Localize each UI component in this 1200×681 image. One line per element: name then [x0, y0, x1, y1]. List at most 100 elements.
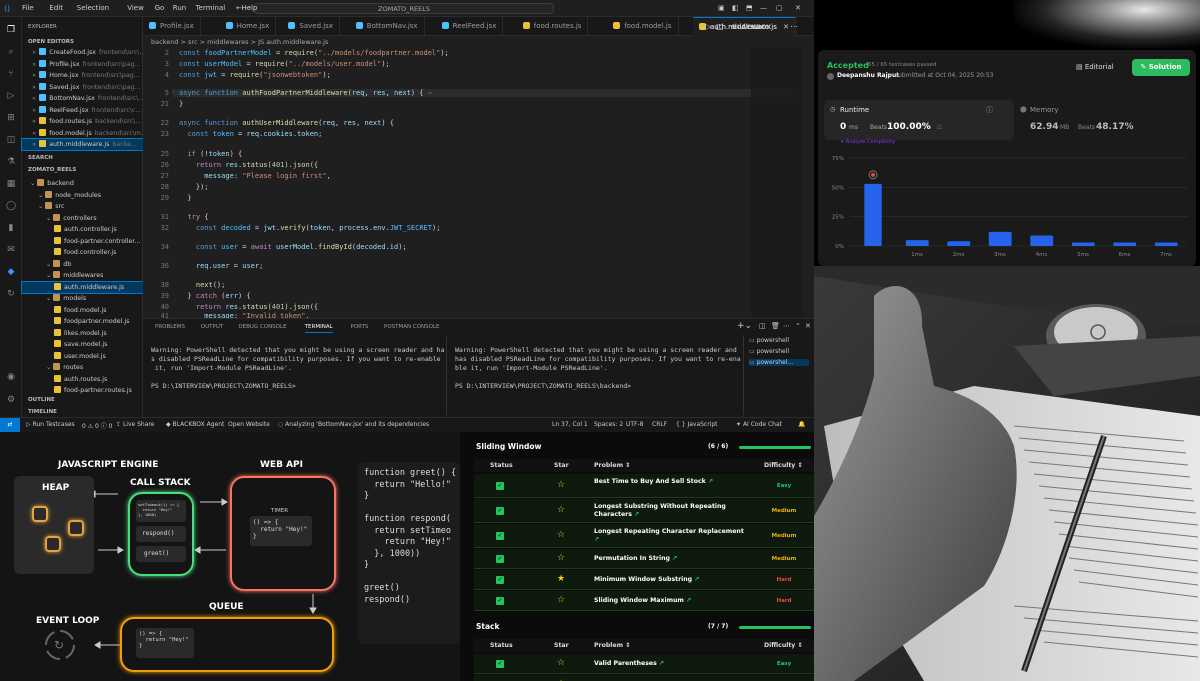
panel-tab-problems[interactable]: PROBLEMS: [155, 324, 185, 330]
database-icon[interactable]: ◯: [6, 201, 16, 211]
folder-item[interactable]: ⌄ src: [22, 201, 143, 212]
menu-selection[interactable]: Selection: [77, 4, 109, 12]
breadcrumb[interactable]: backend > src > middlewares > JS auth.mi…: [143, 36, 814, 48]
open-editor-item[interactable]: ✕ Saved.jsx frontend\src\pag...: [22, 82, 143, 93]
checkbox-checked-icon[interactable]: ✓: [496, 482, 504, 490]
tab-reelfeed-jsx[interactable]: ReelFeed.jsx: [436, 17, 504, 36]
folder-item[interactable]: ⌄ models: [22, 293, 143, 304]
blackbox-agent[interactable]: ◆ BLACKBOX Agent: [166, 421, 224, 428]
maximize-icon[interactable]: ▢: [776, 4, 783, 12]
table-row[interactable]: ✓☆Min Stack ↗Medium: [474, 675, 814, 681]
info-icon[interactable]: ⓘ: [986, 105, 993, 115]
indent-spaces[interactable]: Spaces: 2: [594, 421, 623, 428]
section-header[interactable]: Stack (7 / 7): [474, 620, 814, 637]
panel-tab-debug-console[interactable]: DEBUG CONSOLE: [238, 324, 286, 330]
open-editor-item[interactable]: ✕ Profile.jsx frontend\src\pag...: [22, 59, 143, 70]
postman-icon[interactable]: ✉: [6, 245, 16, 255]
file-item[interactable]: food-partner.controller...: [22, 236, 143, 247]
table-row[interactable]: ✓ ☆ Permutation In String ↗ Medium: [474, 549, 814, 569]
analyze-complexity-link[interactable]: ✦ Analyze Complexity: [840, 139, 895, 145]
close-icon[interactable]: ✕: [795, 4, 801, 12]
menu-edit[interactable]: Edit: [49, 4, 63, 12]
close-icon[interactable]: ✕: [32, 85, 36, 91]
new-terminal-icon[interactable]: +⌄: [737, 321, 752, 331]
run-icon[interactable]: ▷: [705, 22, 711, 31]
file-item[interactable]: food.model.js: [22, 305, 143, 316]
problem-link[interactable]: Longest Repeating Character Replacement …: [594, 528, 744, 544]
account-icon[interactable]: ◉: [6, 372, 16, 382]
close-icon[interactable]: ✕: [32, 119, 36, 125]
close-icon[interactable]: ✕: [781, 23, 789, 31]
panel-toggle-icon[interactable]: ⬒: [746, 4, 753, 12]
sidebar-toggle-icon[interactable]: ◧: [732, 4, 739, 12]
remote-indicator-icon[interactable]: ⇄: [0, 418, 20, 432]
more-actions-icon[interactable]: ⋯: [790, 22, 798, 31]
terminal-list-item[interactable]: ▭ powershel...: [749, 359, 809, 366]
checkbox-checked-icon[interactable]: ✓: [496, 532, 504, 540]
docker-icon[interactable]: ▦: [6, 179, 16, 189]
live-share-icon[interactable]: ↻: [6, 289, 16, 299]
open-editor-item[interactable]: ✕ ReelFeed.jsx frontend\src\c...: [22, 105, 143, 116]
close-icon[interactable]: ✕: [32, 96, 36, 102]
search-icon[interactable]: ⌕: [6, 47, 16, 57]
folder-item[interactable]: ⌄ middlewares: [22, 270, 143, 281]
close-panel-icon[interactable]: ✕: [805, 322, 811, 330]
ai-code-chat[interactable]: ✦ AI Code Chat: [736, 421, 782, 428]
extensions-icon[interactable]: ⊞: [6, 113, 16, 123]
problem-link[interactable]: Sliding Window Maximum ↗: [594, 597, 744, 605]
chart-icon[interactable]: ▮: [6, 223, 16, 233]
terminal-list-item[interactable]: ▭ powershell: [749, 348, 789, 355]
terminal-right[interactable]: Warning: PowerShell detected that you mi…: [455, 346, 741, 391]
checkbox-checked-icon[interactable]: ✓: [496, 597, 504, 605]
minimize-icon[interactable]: —: [760, 4, 767, 12]
runtime-distribution-chart[interactable]: 75% 50% 25% 0% 1ms 2ms 3ms 4ms 5ms 6ms 7ms: [818, 150, 1196, 266]
table-row[interactable]: ✓ ☆ Valid Parentheses ↗ Easy: [474, 654, 814, 674]
tab-saved-jsx[interactable]: Saved.jsx: [282, 17, 340, 36]
close-icon[interactable]: ✕: [32, 50, 36, 56]
open-editor-item[interactable]: ✕ auth.middleware.js backe...: [21, 138, 144, 151]
run-testcases[interactable]: ▷ Run Testcases: [26, 421, 75, 428]
blackbox-button[interactable]: BLACKBOX: [732, 23, 771, 31]
run-debug-icon[interactable]: ▷: [6, 91, 16, 101]
open-editor-item[interactable]: ✕ food.routes.js backend\src\...: [22, 116, 143, 127]
language-mode[interactable]: { } JavaScript: [676, 421, 718, 428]
close-icon[interactable]: ✕: [32, 73, 36, 79]
search-section-header[interactable]: SEARCH: [28, 155, 53, 161]
tab-bottomnav-jsx[interactable]: BottomNav.jsx: [350, 17, 425, 36]
editorial-button[interactable]: ▤ Editorial: [1076, 63, 1114, 71]
problem-link[interactable]: Valid Parentheses ↗: [594, 660, 744, 668]
menu-go[interactable]: Go: [155, 4, 165, 12]
problems-count[interactable]: 0 ⚠ 0 ⓘ 0: [82, 421, 112, 430]
testing-icon[interactable]: ⚗: [6, 157, 16, 167]
file-item[interactable]: save.model.js: [22, 339, 143, 350]
open-editor-item[interactable]: ✕ CreateFood.jsx frontend\src\...: [22, 47, 143, 58]
tab-home-jsx[interactable]: Home.jsx: [220, 17, 277, 36]
terminal-list-item[interactable]: ▭ powershell: [749, 337, 789, 344]
checkbox-checked-icon[interactable]: ✓: [496, 660, 504, 668]
memory-card[interactable]: ⬤ Memory 62.94 MB Beats 48.17%: [1014, 100, 1194, 140]
runtime-card[interactable]: ◷ Runtime ⓘ 0 ms Beats 100.00% ♨: [824, 100, 1014, 140]
split-terminal-icon[interactable]: ◫: [759, 322, 766, 330]
problem-link[interactable]: Longest Substring Without Repeating Char…: [594, 503, 744, 519]
panel-tab-ports[interactable]: PORTS: [351, 324, 369, 330]
file-item[interactable]: foodpartner.model.js: [22, 316, 143, 327]
source-control-icon[interactable]: ⑂: [6, 69, 16, 79]
tab-food-routes-js[interactable]: food.routes.js: [517, 17, 589, 36]
star-icon[interactable]: ☆: [557, 658, 565, 668]
maximize-panel-icon[interactable]: ⌃: [795, 322, 801, 330]
menu-terminal[interactable]: Terminal: [196, 4, 226, 12]
timeline-header[interactable]: TIMELINE: [28, 409, 57, 415]
menu-help[interactable]: Help: [241, 4, 257, 12]
problem-link[interactable]: Minimum Window Substring ↗: [594, 576, 744, 584]
cursor-position[interactable]: Ln 37, Col 1: [552, 421, 588, 428]
layout-icon[interactable]: ▣: [718, 4, 725, 12]
explorer-icon[interactable]: ❐: [6, 25, 16, 35]
open-editor-item[interactable]: ✕ BottomNav.jsx frontend\src\...: [22, 93, 143, 104]
file-item[interactable]: likes.model.js: [22, 328, 143, 339]
close-icon[interactable]: ✕: [32, 108, 36, 114]
star-icon[interactable]: ☆: [557, 505, 565, 515]
file-item[interactable]: auth.controller.js: [22, 224, 143, 235]
username[interactable]: Deepanshu Rajput: [837, 72, 899, 79]
project-header[interactable]: ZOMATO_REELS: [28, 167, 76, 173]
problem-link[interactable]: Permutation In String ↗: [594, 555, 744, 563]
